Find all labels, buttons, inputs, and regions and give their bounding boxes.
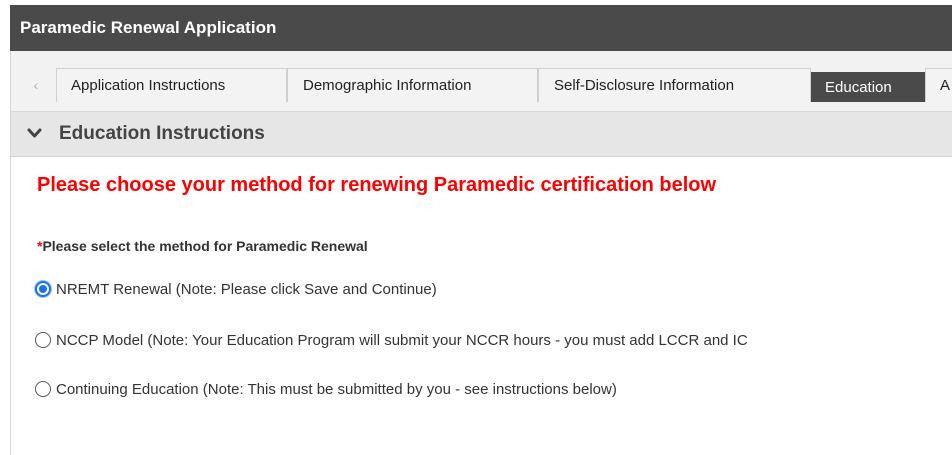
option-nremt-renewal[interactable]: NREMT Renewal (Note: Please click Save a… [35, 278, 437, 300]
radio-nremt-renewal[interactable] [35, 281, 51, 297]
option-continuing-education[interactable]: Continuing Education (Note: This must be… [35, 378, 617, 400]
tab-label: Demographic Information [303, 77, 472, 94]
tab-strip: ‹ Application Instructions Demographic I… [10, 51, 952, 111]
tab-label: Education [825, 79, 892, 96]
question-label: Please select the method for Paramedic R… [42, 238, 368, 254]
education-form: Please choose your method for renewing P… [10, 157, 952, 455]
section-title: Education Instructions [59, 123, 265, 144]
renewal-method-heading: Please choose your method for renewing P… [37, 174, 717, 196]
tab-self-disclosure-information[interactable]: Self-Disclosure Information [538, 68, 811, 102]
option-label: NCCP Model (Note: Your Education Program… [56, 331, 748, 349]
app-title-bar: Paramedic Renewal Application [10, 5, 952, 51]
option-nccp-model[interactable]: NCCP Model (Note: Your Education Program… [35, 329, 748, 351]
tab-education[interactable]: Education [811, 72, 925, 102]
tab-label: Application Instructions [71, 77, 226, 94]
option-label: Continuing Education (Note: This must be… [56, 380, 617, 398]
radio-continuing-education[interactable] [35, 381, 51, 397]
radio-nccp-model[interactable] [35, 332, 51, 348]
tab-application-instructions[interactable]: Application Instructions [56, 68, 287, 102]
education-instructions-header[interactable]: Education Instructions [10, 111, 952, 157]
chevron-left-icon: ‹ [33, 77, 39, 93]
chevron-down-icon [27, 128, 42, 138]
option-label: NREMT Renewal (Note: Please click Save a… [56, 280, 437, 298]
tab-demographic-information[interactable]: Demographic Information [287, 68, 538, 102]
tab-label: A [940, 77, 951, 94]
page: Paramedic Renewal Application ‹ Applicat… [0, 0, 952, 455]
tab-label: Self-Disclosure Information [554, 77, 735, 94]
app-title: Paramedic Renewal Application [20, 18, 277, 37]
tab-scroll-left-button[interactable]: ‹ [21, 68, 51, 102]
renewal-method-question: *Please select the method for Paramedic … [37, 238, 368, 254]
tab-next-partial[interactable]: A [925, 68, 952, 102]
